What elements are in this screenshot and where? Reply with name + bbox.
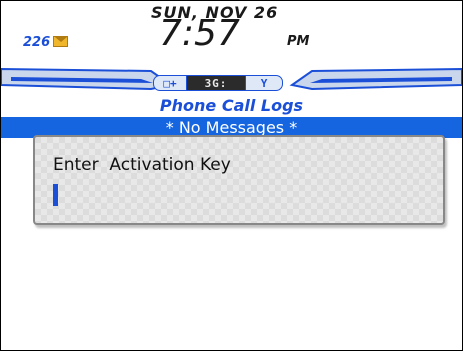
section-title: Phone Call Logs (159, 96, 304, 115)
status-pills: □+ 3G: Y (153, 75, 283, 91)
network-indicator: 3G: (187, 75, 245, 91)
status-ampm: PM (287, 34, 310, 49)
activation-key-input[interactable] (53, 184, 58, 206)
activation-key-label: Enter Activation Key (53, 155, 231, 175)
signal-icon: Y (245, 75, 283, 91)
device-screen: SUN, NOV 26 7:57 PM 226 □+ 3G: Y Phone C… (0, 0, 463, 351)
unread-message-count[interactable]: 226 (23, 35, 50, 50)
connection-icon: □+ (153, 75, 187, 91)
activation-key-dialog: Enter Activation Key (33, 135, 445, 225)
envelope-icon (53, 36, 68, 47)
status-time: 7:57 (159, 13, 240, 54)
